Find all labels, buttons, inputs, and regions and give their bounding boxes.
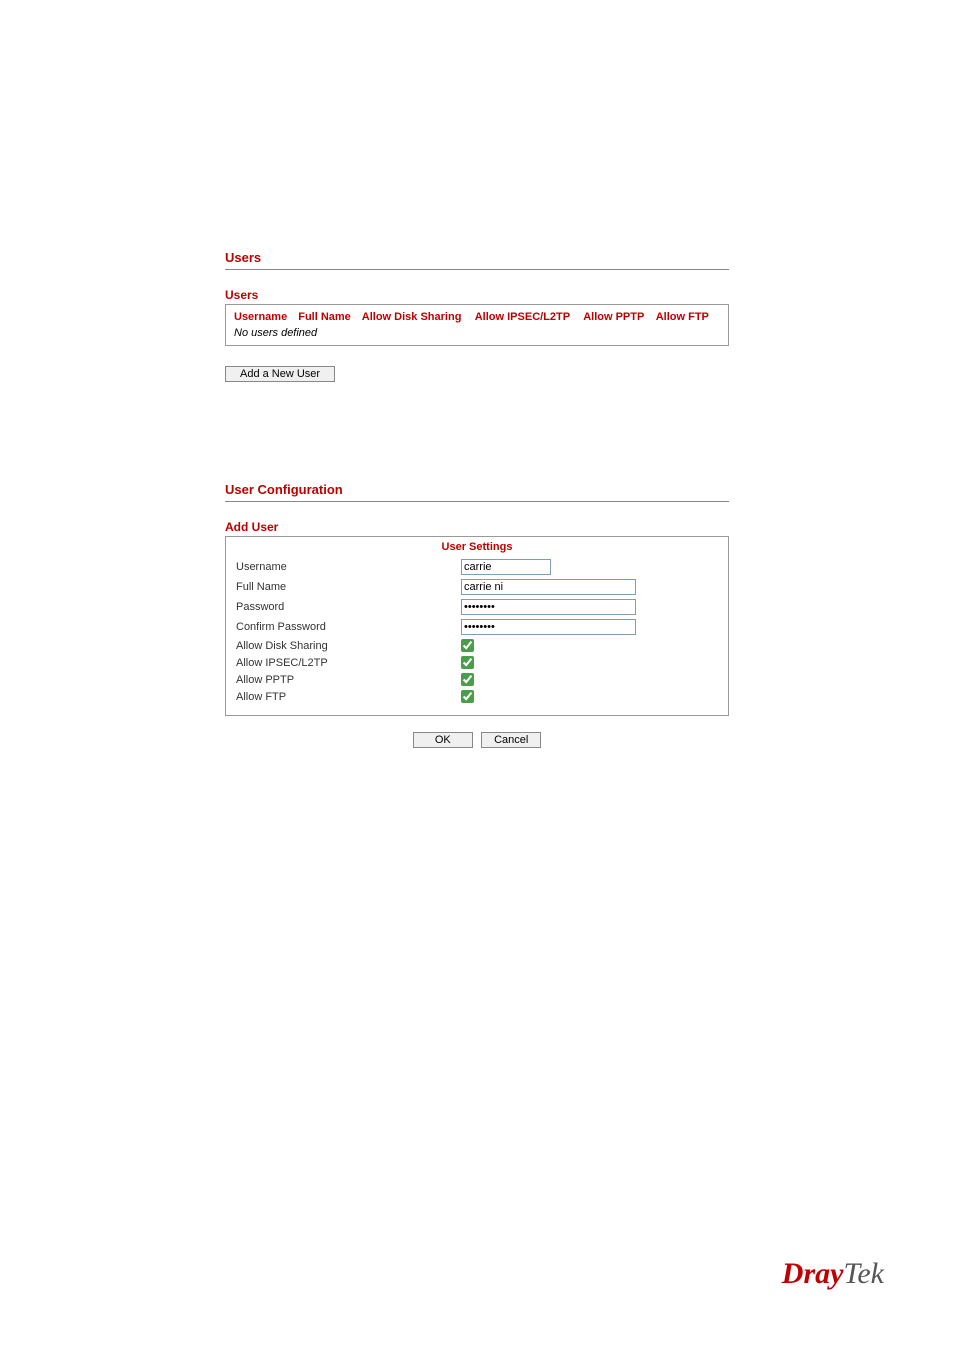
col-ftp: Allow FTP [656, 309, 720, 325]
ipsec-label: Allow IPSEC/L2TP [236, 657, 461, 669]
col-ipsec: Allow IPSEC/L2TP [475, 309, 583, 325]
confirm-password-label: Confirm Password [236, 621, 461, 633]
disk-sharing-checkbox[interactable] [461, 639, 474, 652]
fullname-label: Full Name [236, 581, 461, 593]
password-input[interactable] [461, 599, 636, 615]
no-users-text: No users defined [234, 325, 720, 339]
add-user-caption: Add User [225, 520, 729, 534]
users-table: Username Full Name Allow Disk Sharing Al… [234, 309, 720, 339]
col-username: Username [234, 309, 298, 325]
username-label: Username [236, 561, 461, 573]
users-section-title: Users [225, 250, 729, 270]
col-disk: Allow Disk Sharing [362, 309, 475, 325]
add-user-button[interactable]: Add a New User [225, 366, 335, 382]
draytek-logo: DrayTek [782, 1257, 884, 1291]
users-table-container: Username Full Name Allow Disk Sharing Al… [225, 304, 729, 346]
logo-part1: Dray [782, 1257, 844, 1290]
pptp-label: Allow PPTP [236, 674, 461, 686]
ok-button[interactable]: OK [413, 732, 473, 748]
table-row: No users defined [234, 325, 720, 339]
pptp-checkbox[interactable] [461, 673, 474, 686]
ftp-checkbox[interactable] [461, 690, 474, 703]
ipsec-checkbox[interactable] [461, 656, 474, 669]
password-label: Password [236, 601, 461, 613]
username-input[interactable] [461, 559, 551, 575]
users-table-caption: Users [225, 288, 729, 302]
user-settings-box: User Settings Username Full Name Passwor… [225, 536, 729, 716]
confirm-password-input[interactable] [461, 619, 636, 635]
user-config-section-title: User Configuration [225, 482, 729, 502]
cancel-button[interactable]: Cancel [481, 732, 541, 748]
logo-part2: Tek [843, 1257, 884, 1290]
fullname-input[interactable] [461, 579, 636, 595]
ftp-label: Allow FTP [236, 691, 461, 703]
disk-sharing-label: Allow Disk Sharing [236, 640, 461, 652]
col-fullname: Full Name [298, 309, 362, 325]
col-pptp: Allow PPTP [583, 309, 656, 325]
settings-box-title: User Settings [236, 541, 718, 553]
